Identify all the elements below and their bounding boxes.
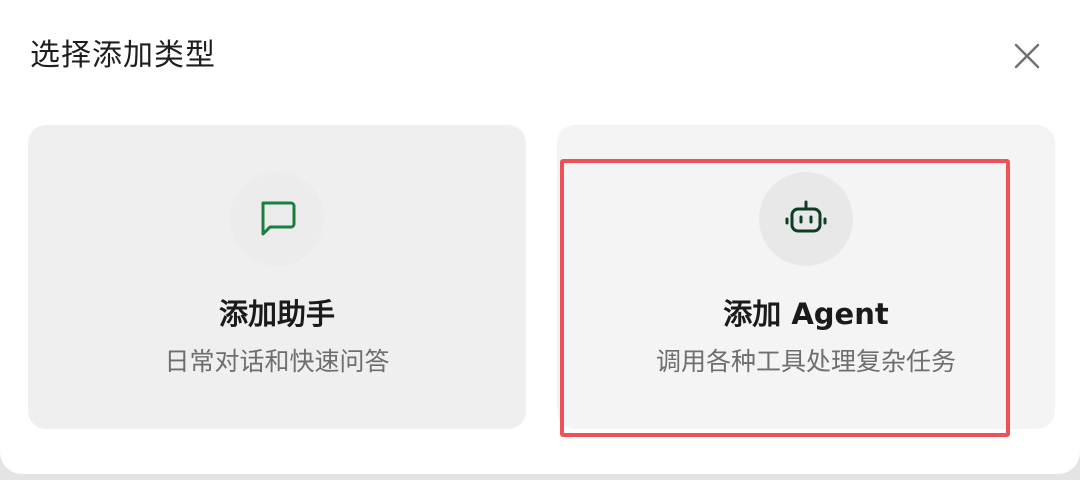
add-agent-description: 调用各种工具处理复杂任务 <box>655 347 956 376</box>
dialog-title: 选择添加类型 <box>30 38 216 73</box>
add-type-dialog: 选择添加类型 添加助手 日常对话和快速问答 添加 Agent 调用各种工具处理复… <box>0 0 1080 474</box>
assistant-icon-circle <box>230 172 324 266</box>
agent-icon-circle <box>759 172 853 266</box>
close-button[interactable] <box>1004 36 1050 76</box>
add-assistant-card[interactable]: 添加助手 日常对话和快速问答 <box>28 125 526 429</box>
close-icon <box>1014 43 1040 69</box>
chat-bubble-icon <box>261 201 296 236</box>
add-agent-title: 添加 Agent <box>723 297 889 331</box>
robot-icon <box>785 200 827 233</box>
add-agent-card[interactable]: 添加 Agent 调用各种工具处理复杂任务 <box>557 125 1055 429</box>
add-assistant-title: 添加助手 <box>218 297 335 331</box>
add-assistant-description: 日常对话和快速问答 <box>164 347 390 376</box>
